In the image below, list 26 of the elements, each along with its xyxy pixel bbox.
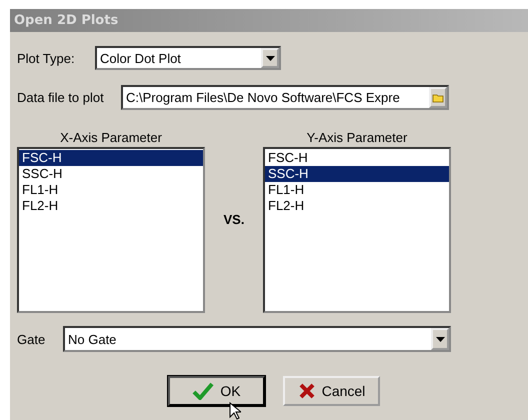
parameter-listbox[interactable]: FSC-H SSC-H FL1-H FL2-H <box>263 147 451 313</box>
plot-type-dropdown[interactable]: Color Dot Plot <box>95 46 281 70</box>
axis-parameter-label: Y-Axis Parameter <box>306 130 408 145</box>
cancel-button[interactable]: Cancel <box>283 376 380 406</box>
data-file-label: Data file to plot <box>17 90 105 105</box>
gate-label: Gate <box>17 332 46 346</box>
parameter-item[interactable]: FSC-H <box>265 150 449 166</box>
folder-icon[interactable] <box>429 87 447 108</box>
parameter-item[interactable]: FSC-H <box>19 150 203 166</box>
axis-parameter-label: X-Axis Parameter <box>60 130 162 145</box>
window-title: Open 2D Plots <box>10 9 528 32</box>
parameter-item[interactable]: FL2-H <box>19 198 203 214</box>
checkmark-icon <box>192 382 214 400</box>
parameter-item[interactable]: FL1-H <box>19 182 203 198</box>
gate-dropdown[interactable]: No Gate <box>63 326 451 352</box>
parameter-item[interactable]: FL2-H <box>265 198 449 214</box>
vs-label: VS. <box>222 212 246 227</box>
ok-button[interactable]: OK <box>168 376 265 406</box>
parameter-item[interactable]: FL1-H <box>265 182 449 198</box>
parameter-item[interactable]: SSC-H <box>19 166 203 182</box>
plot-type-label: Plot Type: <box>17 50 76 66</box>
parameter-listbox[interactable]: FSC-H SSC-H FL1-H FL2-H <box>17 147 205 313</box>
cross-icon <box>298 382 316 400</box>
parameter-item[interactable]: SSC-H <box>265 166 449 182</box>
data-file-field[interactable]: C:\Program Files\De Novo Software\FCS Expre <box>121 85 449 110</box>
mouse-cursor-icon <box>229 402 241 420</box>
